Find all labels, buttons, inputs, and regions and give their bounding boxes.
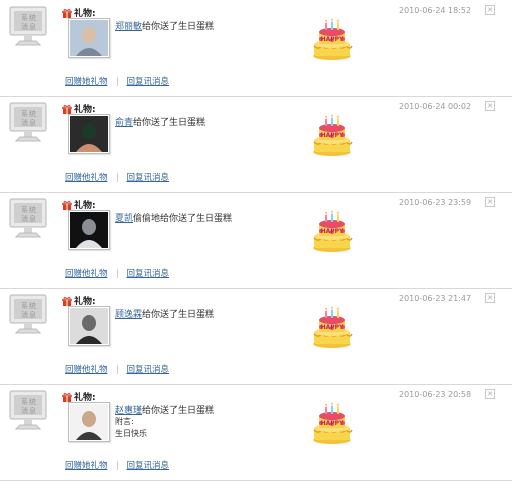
system-message-monitor-icon — [8, 197, 48, 241]
note-label: 附言: — [115, 417, 134, 426]
return-gift-link[interactable]: 回赠她礼物 — [65, 75, 108, 87]
avatar-photo — [70, 212, 108, 248]
action-links: 回赠他礼物 回复讯消息 — [65, 171, 169, 183]
reply-message-link[interactable]: 回复讯消息 — [127, 171, 170, 183]
timestamp: 2010-06-24 18:52 — [399, 6, 472, 15]
notification-item: 礼物: 俞青给你送了生日蛋糕 HAPPY 2010-06-24 00:02 ✕ … — [0, 96, 512, 193]
birthday-cake-icon: HAPPY — [308, 14, 356, 62]
timestamp: 2010-06-24 00:02 — [399, 102, 472, 111]
sender-avatar[interactable] — [68, 402, 110, 442]
sender-name-link[interactable]: 夏凯 — [115, 214, 133, 224]
close-icon[interactable]: ✕ — [485, 101, 495, 111]
gift-box-icon — [62, 200, 72, 210]
return-gift-link[interactable]: 回赠他礼物 — [65, 363, 108, 375]
gift-message: 赵惠瑾给你送了生日蛋糕 — [115, 403, 214, 416]
timestamp: 2010-06-23 20:58 — [399, 390, 472, 399]
timestamp: 2010-06-23 21:47 — [399, 294, 472, 303]
separator — [116, 172, 118, 182]
cake-text: HAPPY — [321, 228, 344, 235]
avatar-photo — [70, 404, 108, 440]
separator — [116, 268, 118, 278]
action-links: 回赠他礼物 回复讯消息 — [65, 267, 169, 279]
note-text: 生日快乐 — [115, 429, 147, 438]
reply-message-link[interactable]: 回复讯消息 — [127, 75, 170, 87]
return-gift-link[interactable]: 回赠她礼物 — [65, 459, 108, 471]
notification-item: 礼物: 夏凯偷偷地给你送了生日蛋糕 HAPPY 2010-06-23 23:59… — [0, 192, 512, 289]
system-message-monitor-icon — [8, 389, 48, 433]
sender-avatar[interactable] — [68, 306, 110, 346]
return-gift-link[interactable]: 回赠他礼物 — [65, 267, 108, 279]
sender-name-link[interactable]: 赵惠瑾 — [115, 406, 142, 416]
notification-item: 礼物: 赵惠瑾给你送了生日蛋糕 附言: 生日快乐 HAPPY 2010-06-2… — [0, 384, 512, 481]
sender-avatar[interactable] — [68, 114, 110, 154]
close-icon[interactable]: ✕ — [485, 293, 495, 303]
separator — [116, 460, 118, 470]
notification-item: 礼物: 顾逸霖给你送了生日蛋糕 HAPPY 2010-06-23 21:47 ✕… — [0, 288, 512, 385]
birthday-cake-icon: HAPPY — [308, 302, 356, 350]
action-links: 回赠她礼物 回复讯消息 — [65, 75, 169, 87]
cake-text: HAPPY — [321, 420, 344, 427]
sender-avatar[interactable] — [68, 18, 110, 58]
action-links: 回赠她礼物 回复讯消息 — [65, 459, 169, 471]
reply-message-link[interactable]: 回复讯消息 — [127, 459, 170, 471]
gift-message-text: 偷偷地给你送了生日蛋糕 — [133, 214, 233, 224]
gift-message-text: 给你送了生日蛋糕 — [142, 406, 215, 416]
gift-message: 顾逸霖给你送了生日蛋糕 — [115, 307, 214, 320]
birthday-cake-icon: HAPPY — [308, 206, 356, 254]
return-gift-link[interactable]: 回赠他礼物 — [65, 171, 108, 183]
reply-message-link[interactable]: 回复讯消息 — [127, 363, 170, 375]
avatar-photo — [70, 116, 108, 152]
gift-message-text: 给你送了生日蛋糕 — [142, 310, 215, 320]
gift-box-icon — [62, 104, 72, 114]
timestamp: 2010-06-23 23:59 — [399, 198, 472, 207]
gift-box-icon — [62, 296, 72, 306]
close-icon[interactable]: ✕ — [485, 389, 495, 399]
avatar-photo — [70, 20, 108, 56]
gift-message-text: 给你送了生日蛋糕 — [142, 22, 215, 32]
system-message-monitor-icon — [8, 5, 48, 49]
sender-name-link[interactable]: 郑丽敏 — [115, 22, 142, 32]
gift-message-text: 给你送了生日蛋糕 — [133, 118, 206, 128]
close-icon[interactable]: ✕ — [485, 5, 495, 15]
gift-message: 夏凯偷偷地给你送了生日蛋糕 — [115, 211, 232, 224]
notification-item: 礼物: 郑丽敏给你送了生日蛋糕 HAPPY 2010-06-24 18:52 ✕… — [0, 0, 512, 97]
gift-box-icon — [62, 392, 72, 402]
action-links: 回赠他礼物 回复讯消息 — [65, 363, 169, 375]
gift-box-icon — [62, 8, 72, 18]
gift-message: 郑丽敏给你送了生日蛋糕 — [115, 19, 214, 32]
separator — [116, 76, 118, 86]
system-message-monitor-icon — [8, 293, 48, 337]
reply-message-link[interactable]: 回复讯消息 — [127, 267, 170, 279]
system-message-monitor-icon — [8, 101, 48, 145]
cake-text: HAPPY — [321, 36, 344, 43]
close-icon[interactable]: ✕ — [485, 197, 495, 207]
cake-text: HAPPY — [321, 324, 344, 331]
sender-name-link[interactable]: 顾逸霖 — [115, 310, 142, 320]
cake-text: HAPPY — [321, 132, 344, 139]
separator — [116, 364, 118, 374]
sender-name-link[interactable]: 俞青 — [115, 118, 133, 128]
birthday-cake-icon: HAPPY — [308, 110, 356, 158]
birthday-cake-icon: HAPPY — [308, 398, 356, 446]
gift-message: 俞青给你送了生日蛋糕 — [115, 115, 205, 128]
sender-avatar[interactable] — [68, 210, 110, 250]
avatar-photo — [70, 308, 108, 344]
